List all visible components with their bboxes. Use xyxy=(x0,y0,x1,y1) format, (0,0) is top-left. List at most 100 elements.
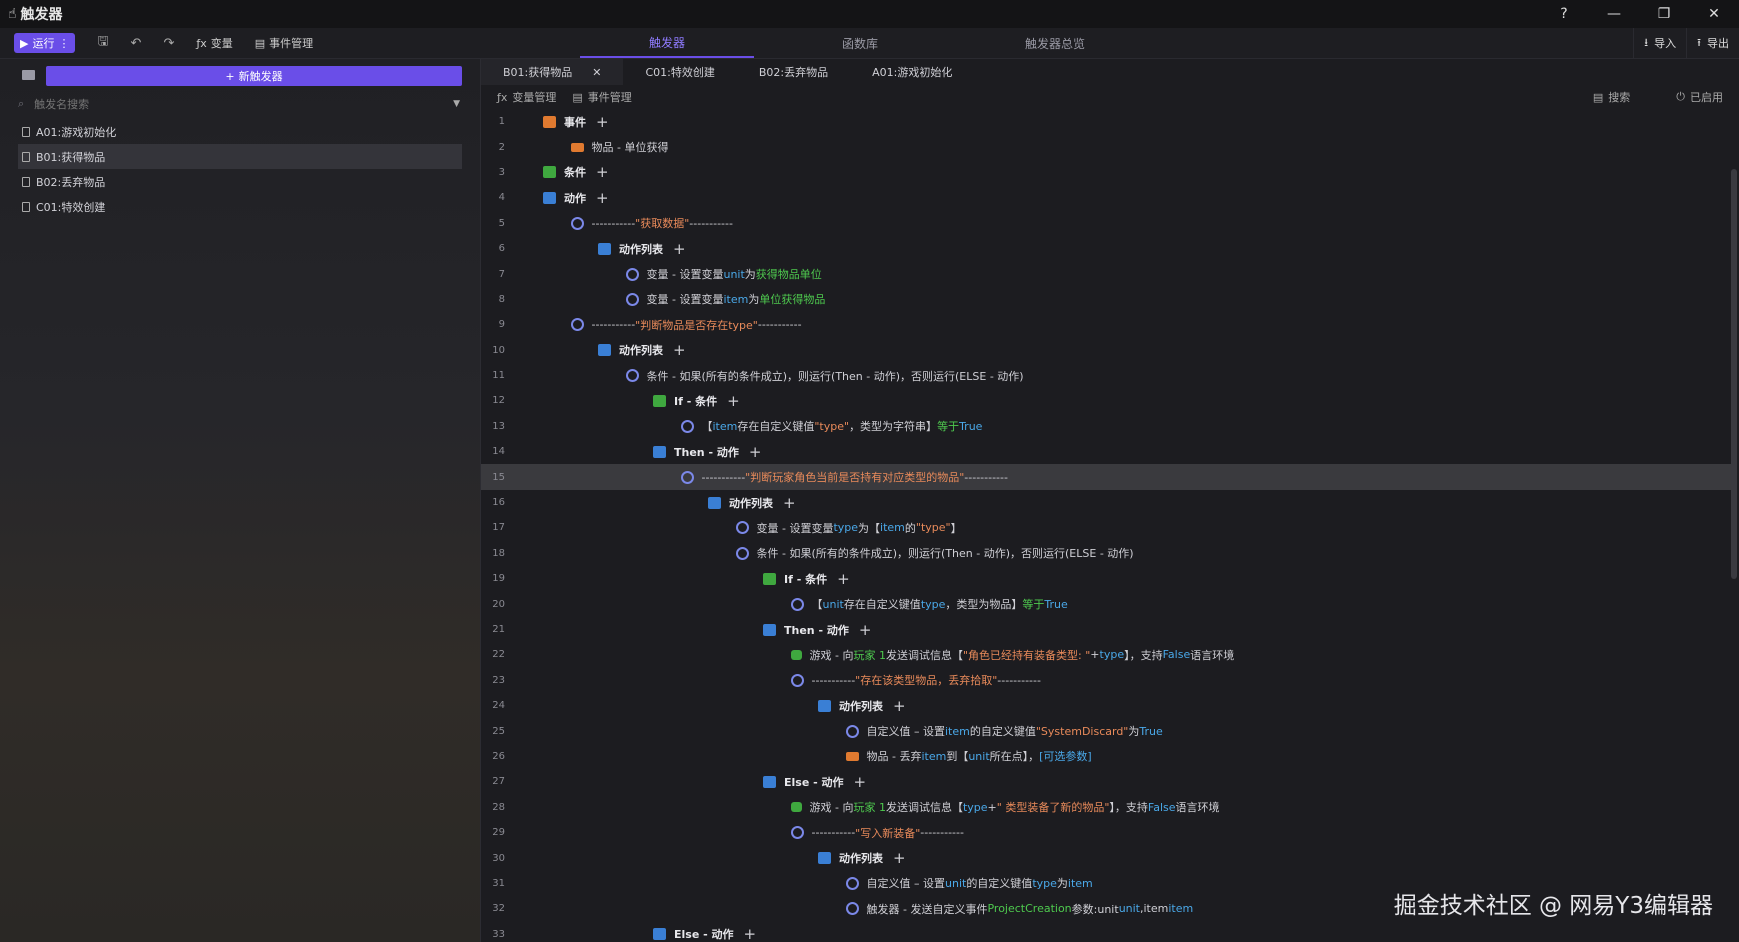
code-token[interactable]: item xyxy=(1068,877,1093,890)
code-token[interactable]: "type" xyxy=(916,521,951,534)
code-line[interactable]: 15 ----------- "判断玩家角色当前是否持有对应类型的物品" ----… xyxy=(481,464,1731,490)
scrollbar[interactable] xyxy=(1731,169,1737,579)
code-token[interactable]: unit xyxy=(1119,902,1140,915)
code-token[interactable]: type xyxy=(921,598,946,611)
tab-function-library[interactable]: 函数库 xyxy=(775,28,945,58)
code-token[interactable]: "判断玩家角色当前是否持有对应类型的物品" xyxy=(745,469,964,485)
import-button[interactable]: ⭳ 导入 xyxy=(1633,28,1686,58)
events-button[interactable]: ▤ 事件管理 xyxy=(255,35,313,51)
code-token[interactable]: 玩家 1 xyxy=(853,647,886,663)
code-token[interactable]: "存在该类型物品，丢弃拾取" xyxy=(855,672,997,688)
code-line[interactable]: 12 If - 条件 + xyxy=(481,388,1731,413)
code-token[interactable]: "type" xyxy=(814,420,849,433)
code-line[interactable]: 26 物品 - 丢弃 item 到【 unit 所在点】， [可选参数] xyxy=(481,744,1731,769)
variables-button[interactable]: ƒx 变量 xyxy=(196,35,232,51)
chevron-down-icon[interactable]: ▼ xyxy=(453,99,460,109)
save-icon[interactable]: 🖫 xyxy=(97,32,108,54)
maximize-button[interactable]: ❐ xyxy=(1639,0,1689,28)
code-line[interactable]: 10 动作列表 + xyxy=(481,338,1731,363)
code-token[interactable]: " 类型装备了新的物品" xyxy=(997,799,1110,815)
code-token[interactable]: "SystemDiscard" xyxy=(1036,725,1129,738)
code-token[interactable]: ProjectCreation xyxy=(987,902,1071,915)
add-icon[interactable]: + xyxy=(783,494,796,512)
add-icon[interactable]: + xyxy=(837,570,850,588)
code-token[interactable]: item xyxy=(713,420,738,433)
editor-tab[interactable]: C01:特效创建 xyxy=(623,59,736,85)
code-line[interactable]: 11 条件 - 如果(所有的条件成立)，则运行(Then - 动作)，否则运行(E… xyxy=(481,363,1731,388)
tab-trigger-overview[interactable]: 触发器总览 xyxy=(970,28,1140,58)
code-line[interactable]: 19 If - 条件 + xyxy=(481,566,1731,591)
code-token[interactable]: item xyxy=(921,750,946,763)
code-line[interactable]: 2 物品 - 单位获得 xyxy=(481,134,1731,159)
editor-tab[interactable]: A01:游戏初始化 xyxy=(850,59,974,85)
add-icon[interactable]: + xyxy=(854,773,867,791)
run-button[interactable]: ▶ 运行 ⋮ xyxy=(14,33,76,53)
add-icon[interactable]: + xyxy=(596,163,609,181)
code-line[interactable]: 33 Else - 动作 + xyxy=(481,922,1731,942)
code-line[interactable]: 1 事件 + xyxy=(481,109,1731,134)
minimize-button[interactable]: — xyxy=(1589,0,1639,28)
code-token[interactable]: item xyxy=(880,521,905,534)
code-token[interactable]: 等于 xyxy=(1022,596,1044,612)
more-icon[interactable]: ⋮ xyxy=(58,37,69,50)
code-token[interactable]: True xyxy=(1139,725,1162,738)
code-token[interactable]: item xyxy=(723,293,748,306)
code-token[interactable]: True xyxy=(959,420,982,433)
code-token[interactable]: type xyxy=(833,521,858,534)
add-icon[interactable]: + xyxy=(859,621,872,639)
code-token[interactable]: item xyxy=(945,725,970,738)
code-token[interactable]: type xyxy=(1100,648,1125,661)
code-line[interactable]: 27 Else - 动作 + xyxy=(481,769,1731,794)
add-icon[interactable]: + xyxy=(893,849,906,867)
code-line[interactable]: 9 ----------- "判断物品是否存在type" ----------- xyxy=(481,312,1731,337)
close-button[interactable]: ✕ xyxy=(1689,0,1739,28)
code-line[interactable]: 20 【 unit 存在自定义键值 type ，类型为物品】 等于 True xyxy=(481,591,1731,616)
code-token[interactable]: "获取数据" xyxy=(635,215,689,231)
code-line[interactable]: 23 ----------- "存在该类型物品，丢弃拾取" ----------- xyxy=(481,668,1731,693)
code-token[interactable]: unit xyxy=(945,877,966,890)
code-line[interactable]: 25 自定义值 – 设置 item 的自定义键值 "SystemDiscard" … xyxy=(481,718,1731,743)
code-token[interactable]: type xyxy=(1032,877,1057,890)
code-line[interactable]: 6 动作列表 + xyxy=(481,236,1731,261)
search-button[interactable]: ▤ 搜索 xyxy=(1593,89,1630,105)
code-line[interactable]: 24 动作列表 + xyxy=(481,693,1731,718)
code-line[interactable]: 4 动作 + xyxy=(481,185,1731,210)
add-icon[interactable]: + xyxy=(744,925,757,942)
close-tab-icon[interactable]: ✕ xyxy=(592,66,601,79)
code-token[interactable]: "角色已经持有装备类型: " xyxy=(963,647,1090,663)
code-token[interactable]: False xyxy=(1148,801,1176,814)
code-token[interactable]: [可选参数] xyxy=(1039,748,1092,764)
add-icon[interactable]: + xyxy=(596,189,609,207)
code-line[interactable]: 8 变量 - 设置变量 item 为 单位获得物品 xyxy=(481,287,1731,312)
code-line[interactable]: 14 Then - 动作 + xyxy=(481,439,1731,464)
tab-triggers[interactable]: 触发器 xyxy=(580,28,754,58)
code-token[interactable]: True xyxy=(1044,598,1067,611)
export-button[interactable]: ⭱ 导出 xyxy=(1686,28,1739,58)
code-token[interactable]: item xyxy=(1168,902,1193,915)
code-line[interactable]: 29 ----------- "写入新装备" ----------- xyxy=(481,820,1731,845)
code-line[interactable]: 13 【 item 存在自定义键值 "type" ，类型为字符串】 等于 True xyxy=(481,414,1731,439)
undo-icon[interactable]: ↶ xyxy=(131,36,142,51)
add-icon[interactable]: + xyxy=(673,240,686,258)
code-token[interactable]: type xyxy=(963,801,988,814)
code-line[interactable]: 17 变量 - 设置变量 type 为【 item 的 "type" 】 xyxy=(481,515,1731,540)
code-line[interactable]: 3 条件 + xyxy=(481,160,1731,185)
code-line[interactable]: 30 动作列表 + xyxy=(481,845,1731,870)
code-token[interactable]: unit xyxy=(968,750,989,763)
code-token[interactable]: unit xyxy=(823,598,844,611)
code-line[interactable]: 21 Then - 动作 + xyxy=(481,617,1731,642)
new-trigger-button[interactable]: + 新触发器 xyxy=(46,66,462,86)
code-token[interactable]: 玩家 1 xyxy=(853,799,886,815)
code-token[interactable]: "写入新装备" xyxy=(855,825,920,841)
redo-icon[interactable]: ↷ xyxy=(163,36,174,51)
code-line[interactable]: 18 条件 - 如果(所有的条件成立)，则运行(Then - 动作)，否则运行(E… xyxy=(481,541,1731,566)
code-token[interactable]: "判断物品是否存在type" xyxy=(635,317,758,333)
code-token[interactable]: False xyxy=(1163,648,1191,661)
code-line[interactable]: 7 变量 - 设置变量 unit 为 获得物品单位 xyxy=(481,261,1731,286)
code-token[interactable]: 单位获得物品 xyxy=(759,291,825,307)
add-icon[interactable]: + xyxy=(749,443,762,461)
code-token[interactable]: unit xyxy=(723,268,744,281)
add-icon[interactable]: + xyxy=(673,341,686,359)
trigger-list-item[interactable]: B02:丢弃物品 xyxy=(18,169,462,194)
editor-tab[interactable]: B02:丢弃物品 xyxy=(737,59,850,85)
